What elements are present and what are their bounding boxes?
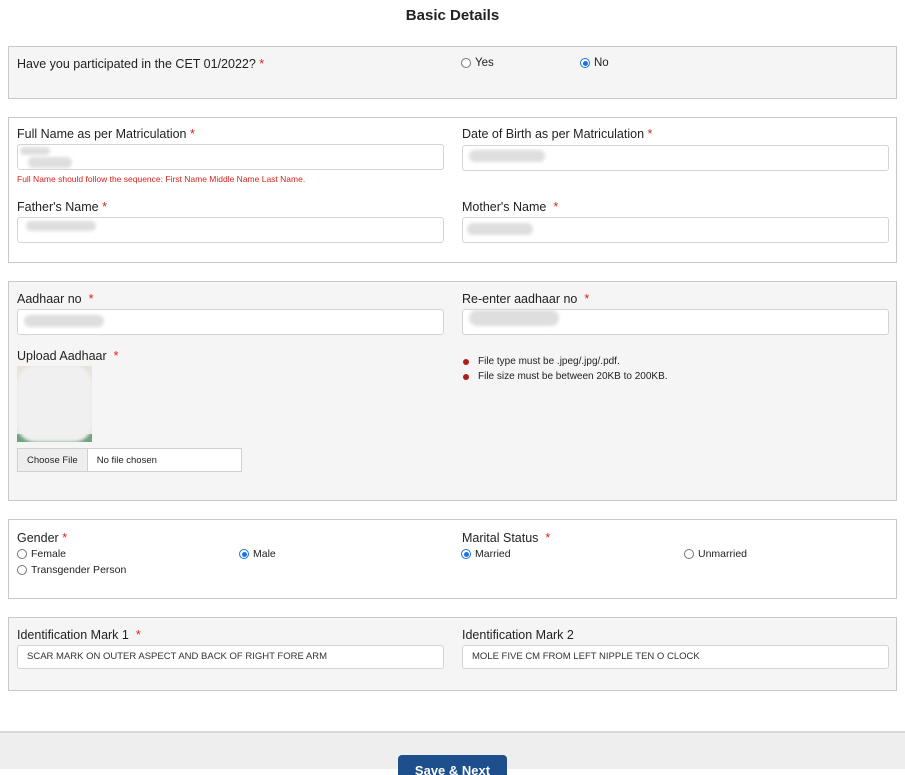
- aadhaar-section: Aadhaar no * Re-enter aadhaar no * Uploa…: [8, 281, 897, 501]
- redacted-value: [26, 221, 96, 231]
- full-name-label: Full Name as per Matriculation *: [17, 127, 195, 141]
- upload-aadhaar-label: Upload Aadhaar *: [17, 349, 119, 363]
- redacted-value: [28, 157, 72, 168]
- cet-section: Have you participated in the CET 01/2022…: [8, 46, 897, 99]
- identification-mark-2-input[interactable]: MOLE FIVE CM FROM LEFT NIPPLE TEN O CLOC…: [462, 645, 889, 669]
- radio-circle[interactable]: [461, 58, 471, 68]
- dob-input[interactable]: [462, 145, 889, 171]
- reenter-aadhaar-input[interactable]: [462, 309, 889, 335]
- file-rule-item: File type must be .jpeg/.jpg/.pdf.: [463, 356, 620, 367]
- redacted-value: [467, 223, 533, 235]
- identification-mark-1-label: Identification Mark 1 *: [17, 628, 141, 642]
- marital-married-radio[interactable]: Married: [461, 548, 511, 560]
- bullet-icon: [463, 358, 469, 365]
- file-rule-item: File size must be between 20KB to 200KB.: [463, 371, 668, 382]
- redacted-value: [469, 150, 545, 162]
- gender-section: Gender * Female Male Transgender Person …: [8, 519, 897, 599]
- aadhaar-file-input[interactable]: Choose File No file chosen: [17, 448, 242, 472]
- identification-mark-2-label: Identification Mark 2: [462, 628, 574, 642]
- redacted-value: [20, 147, 50, 155]
- marital-status-label: Marital Status *: [462, 531, 551, 545]
- radio-circle-checked[interactable]: [580, 58, 590, 68]
- gender-female-radio[interactable]: Female: [17, 548, 66, 560]
- father-name-input[interactable]: [17, 217, 444, 243]
- mother-name-label: Mother's Name *: [462, 200, 559, 214]
- father-name-label: Father's Name *: [17, 200, 107, 214]
- cet-question-label: Have you participated in the CET 01/2022…: [17, 57, 265, 71]
- aadhaar-preview-image: [17, 366, 92, 442]
- cet-no-radio[interactable]: No: [580, 57, 609, 69]
- mother-name-input[interactable]: [462, 217, 889, 243]
- aadhaar-no-label: Aadhaar no *: [17, 292, 94, 306]
- page-title: Basic Details: [405, 7, 500, 24]
- aadhaar-no-input[interactable]: [17, 309, 444, 335]
- choose-file-button[interactable]: Choose File: [18, 449, 88, 471]
- file-status-text: No file chosen: [96, 454, 157, 466]
- dob-label: Date of Birth as per Matriculation *: [462, 127, 653, 141]
- full-name-hint: Full Name should follow the sequence: Fi…: [17, 174, 306, 184]
- footer-bar: Save & Next: [0, 731, 905, 775]
- name-section: Full Name as per Matriculation * Full Na…: [8, 117, 897, 263]
- save-next-button[interactable]: Save & Next: [398, 755, 507, 775]
- identification-mark-1-input[interactable]: SCAR MARK ON OUTER ASPECT AND BACK OF RI…: [17, 645, 444, 669]
- gender-transgender-radio[interactable]: Transgender Person: [17, 564, 126, 576]
- reenter-aadhaar-label: Re-enter aadhaar no *: [462, 292, 590, 306]
- gender-label: Gender *: [17, 531, 68, 545]
- required-mark: *: [259, 57, 265, 71]
- marital-unmarried-radio[interactable]: Unmarried: [684, 548, 747, 560]
- redacted-value: [469, 310, 559, 326]
- redacted-value: [24, 315, 104, 327]
- cet-yes-radio[interactable]: Yes: [461, 57, 494, 69]
- gender-male-radio[interactable]: Male: [239, 548, 276, 560]
- full-name-input[interactable]: [17, 144, 444, 170]
- bullet-icon: [463, 373, 469, 380]
- identification-section: Identification Mark 1 * SCAR MARK ON OUT…: [8, 617, 897, 691]
